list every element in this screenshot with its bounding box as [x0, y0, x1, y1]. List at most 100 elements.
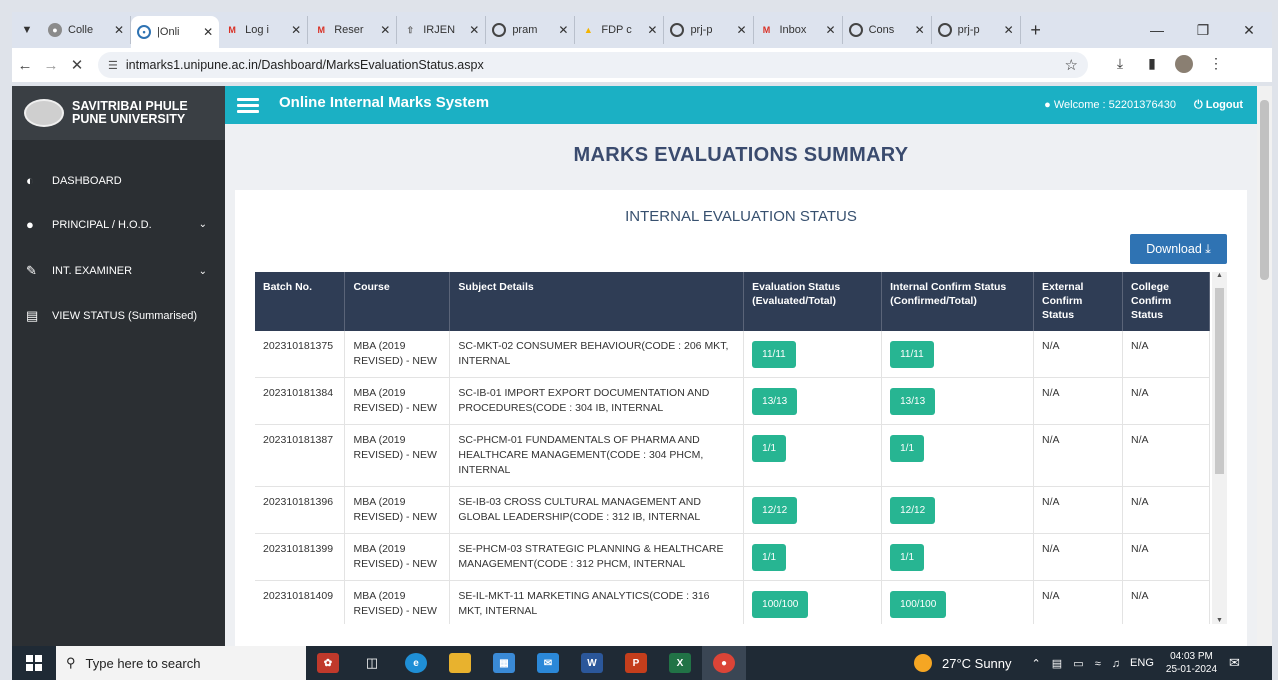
browser-tab[interactable]: prj-p ✕ [664, 16, 754, 44]
logout-button[interactable]: ⏻ Logout [1194, 99, 1243, 112]
table-scroll-thumb[interactable] [1215, 288, 1224, 474]
mail-icon[interactable]: ✉ [526, 646, 570, 680]
evaluation-badge[interactable]: 12/12 [752, 497, 798, 524]
forward-icon[interactable]: → [38, 57, 64, 74]
edge-browser-icon[interactable]: e [394, 646, 438, 680]
excel-icon[interactable]: X [658, 646, 702, 680]
menu-kebab-icon[interactable]: ⋮ [1200, 55, 1232, 76]
sidebar-item-dashboard[interactable]: ◐ DASHBOARD [12, 173, 225, 188]
browser-tab[interactable]: ● Colle ✕ [42, 16, 132, 44]
browser-tab[interactable]: M Reser ✕ [308, 16, 398, 44]
page-scrollbar[interactable] [1257, 86, 1272, 646]
powerpoint-icon[interactable]: P [614, 646, 658, 680]
tab-close-icon[interactable]: ✕ [558, 23, 568, 37]
internal-confirm-badge[interactable]: 1/1 [890, 544, 925, 571]
evaluation-status-table: Batch No. Course Subject Details Evaluat… [255, 272, 1210, 624]
tab-close-icon[interactable]: ✕ [203, 25, 213, 39]
evaluation-badge[interactable]: 1/1 [752, 435, 787, 462]
page-scroll-thumb[interactable] [1260, 100, 1269, 280]
table-row: 202310181384 MBA (2019 REVISED) - NEW SC… [255, 377, 1210, 425]
tab-close-icon[interactable]: ✕ [826, 23, 836, 37]
profile-avatar-icon[interactable] [1168, 54, 1200, 76]
cell-subject: SE-PHCM-03 STRATEGIC PLANNING & HEALTHCA… [449, 533, 745, 581]
browser-tab[interactable]: ⇧ IRJEN ✕ [397, 16, 487, 44]
internal-confirm-badge[interactable]: 11/11 [890, 341, 934, 368]
notification-icon[interactable]: ✉ [1229, 655, 1240, 671]
table-row: 202310181399 MBA (2019 REVISED) - NEW SE… [255, 533, 1210, 581]
sidepanel-icon[interactable]: ▮ [1136, 55, 1168, 76]
evaluation-badge[interactable]: 1/1 [752, 544, 787, 571]
tab-close-icon[interactable]: ✕ [647, 23, 657, 37]
cell-college: N/A [1122, 580, 1210, 624]
hamburger-menu-icon[interactable] [237, 95, 259, 116]
browser-tab-active[interactable]: • |Onli ✕ [131, 16, 220, 48]
col-header-batch[interactable]: Batch No. [255, 272, 346, 331]
browser-tab[interactable]: Cons ✕ [843, 16, 932, 44]
url-field[interactable]: ☰ intmarks1.unipune.ac.in/Dashboard/Mark… [98, 52, 1088, 78]
sun-icon [914, 654, 932, 672]
tab-close-icon[interactable]: ✕ [380, 23, 390, 37]
clock[interactable]: 04:03 PM 25-01-2024 [1166, 650, 1217, 676]
internal-confirm-badge[interactable]: 12/12 [890, 497, 936, 524]
evaluation-badge[interactable]: 100/100 [752, 591, 809, 618]
scroll-up-icon[interactable]: ▲ [1212, 272, 1227, 279]
brand[interactable]: SAVITRIBAI PHULE PUNE UNIVERSITY [12, 86, 225, 140]
internal-confirm-badge[interactable]: 100/100 [890, 591, 947, 618]
sidebar-item-view-status[interactable]: ▤ VIEW STATUS (Summarised) [12, 308, 225, 324]
internal-confirm-badge[interactable]: 1/1 [890, 435, 925, 462]
task-view-icon[interactable]: ◫ [350, 646, 394, 680]
stop-icon[interactable]: ✕ [64, 56, 90, 74]
internal-confirm-badge[interactable]: 13/13 [890, 388, 936, 415]
tab-close-icon[interactable]: ✕ [114, 23, 124, 37]
news-widget-icon[interactable]: ✿ [306, 646, 350, 680]
col-header-subject[interactable]: Subject Details [449, 272, 745, 331]
close-window-icon[interactable]: ✕ [1226, 22, 1272, 39]
windows-start-icon[interactable] [12, 655, 56, 671]
tab-close-icon[interactable]: ✕ [469, 23, 479, 37]
cell-college: N/A [1122, 533, 1210, 581]
browser-tab[interactable]: pram ✕ [486, 16, 576, 44]
url-text: intmarks1.unipune.ac.in/Dashboard/MarksE… [125, 58, 484, 72]
tab-close-icon[interactable]: ✕ [291, 23, 301, 37]
chrome-icon[interactable]: ● [702, 646, 746, 680]
site-info-icon[interactable]: ☰ [108, 59, 118, 72]
tab-close-icon[interactable]: ✕ [915, 23, 925, 37]
new-tab-icon[interactable]: + [1021, 20, 1051, 41]
evaluation-badge[interactable]: 13/13 [752, 388, 798, 415]
download-icon[interactable]: ⤓ [1104, 55, 1136, 76]
word-icon[interactable]: W [570, 646, 614, 680]
taskbar-search[interactable]: ⚲ Type here to search [56, 646, 306, 680]
cell-batch: 202310181396 [255, 486, 346, 534]
col-header-external-confirm[interactable]: External Confirm Status [1033, 272, 1123, 331]
system-tray-icons[interactable]: ⌃ ▤ ▭ ≈ ♫ [1032, 657, 1125, 670]
cell-external: N/A [1033, 424, 1123, 487]
minimize-icon[interactable]: — [1134, 22, 1180, 39]
col-header-course[interactable]: Course [344, 272, 451, 331]
restore-icon[interactable]: ❐ [1180, 22, 1226, 39]
browser-tab[interactable]: ▲ FDP c ✕ [575, 16, 665, 44]
gmail-icon: M [762, 25, 771, 35]
weather-widget[interactable]: 27°C Sunny [914, 654, 1012, 672]
tab-close-icon[interactable]: ✕ [736, 23, 746, 37]
bookmark-star-icon[interactable]: ☆ [1065, 56, 1078, 74]
tab-close-icon[interactable]: ✕ [1004, 23, 1014, 37]
col-header-evaluation[interactable]: Evaluation Status (Evaluated/Total) [743, 272, 883, 331]
download-button[interactable]: Download ⤓ [1130, 234, 1227, 264]
tab-search-icon[interactable]: ▼ [12, 17, 42, 43]
col-header-college-confirm[interactable]: College Confirm Status [1122, 272, 1210, 331]
scroll-down-icon[interactable]: ▼ [1212, 617, 1227, 624]
sidebar-item-int-examiner[interactable]: ✎ INT. EXAMINER ⌄ [12, 263, 225, 279]
language-indicator[interactable]: ENG [1130, 657, 1154, 669]
store-icon[interactable]: ▦ [482, 646, 526, 680]
cell-subject: SC-IB-01 IMPORT EXPORT DOCUMENTATION AND… [449, 377, 745, 425]
evaluation-badge[interactable]: 11/11 [752, 341, 796, 368]
browser-tab[interactable]: M Log i ✕ [219, 16, 309, 44]
file-explorer-icon[interactable] [438, 646, 482, 680]
welcome-user[interactable]: ● Welcome : 52201376430 [1044, 99, 1176, 111]
browser-tab[interactable]: prj-p ✕ [932, 16, 1021, 44]
col-header-internal-confirm[interactable]: Internal Confirm Status (Confirmed/Total… [881, 272, 1035, 331]
table-scrollbar[interactable]: ▲ ▼ [1212, 272, 1227, 624]
sidebar-item-principal[interactable]: ● PRINCIPAL / H.O.D. ⌄ [12, 217, 225, 232]
browser-tab[interactable]: M Inbox ✕ [754, 16, 843, 44]
back-icon[interactable]: ← [12, 57, 38, 74]
